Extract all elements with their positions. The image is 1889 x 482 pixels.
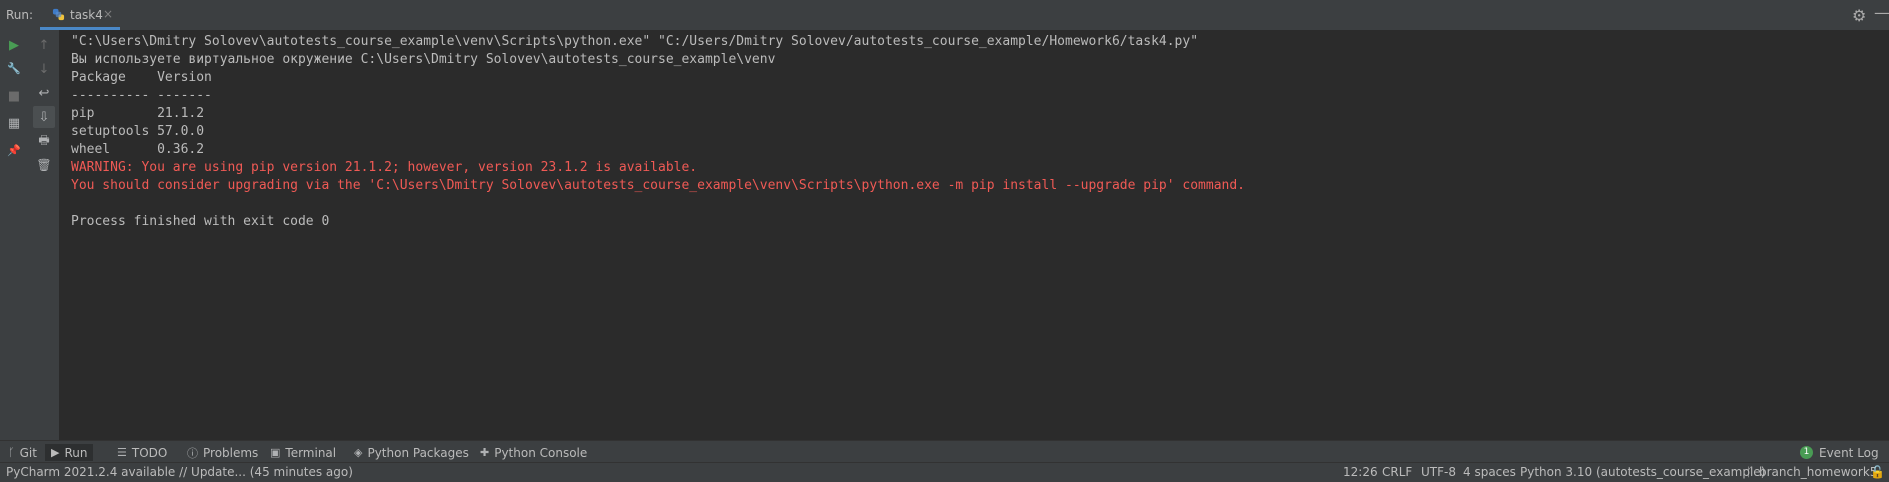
indent-setting[interactable]: 4 spaces: [1463, 465, 1516, 479]
tool-window-label: Event Log: [1819, 445, 1879, 460]
stop-icon[interactable]: ■: [3, 85, 25, 107]
soft-wrap-icon[interactable]: ↩: [33, 82, 55, 104]
lock-icon[interactable]: 🔓: [1870, 465, 1885, 479]
tool-window-label: Python Console: [494, 445, 588, 460]
python-file-icon: [52, 8, 65, 21]
clear-all-icon[interactable]: 🗑: [33, 154, 55, 176]
console-line: wheel 0.36.2: [71, 142, 205, 157]
todo-list-icon: ☰: [117, 446, 127, 459]
modify-run-config-icon[interactable]: 🔧: [3, 57, 25, 79]
tool-window-python-packages[interactable]: ◈ Python Packages: [354, 444, 469, 461]
info-icon: ⓘ: [187, 446, 198, 460]
console-line: Package Version: [71, 70, 212, 85]
file-encoding[interactable]: UTF-8: [1421, 465, 1456, 479]
run-tool-header: Run: task4 × ⚙ —: [0, 0, 1889, 31]
scroll-to-end-icon[interactable]: ⇩: [33, 106, 55, 128]
tool-window-label: Run: [64, 445, 88, 460]
run-toolbar-secondary: ↑ ↓ ↩ ⇩ 🖶 🗑: [29, 30, 60, 440]
run-icon: ▶: [51, 446, 60, 459]
git-branch[interactable]: branch_homework5: [1759, 465, 1877, 479]
console-warning-line[interactable]: You should consider upgrading via the 'C…: [71, 178, 1245, 193]
run-label: Run:: [6, 8, 34, 22]
tool-window-problems[interactable]: ⓘ Problems: [187, 444, 258, 461]
tool-window-python-console[interactable]: ✚ Python Console: [480, 444, 587, 461]
python-console-icon: ✚: [480, 446, 490, 459]
console-line: ---------- -------: [71, 88, 212, 103]
run-tab-title: task4: [70, 8, 103, 22]
console-line: Вы используете виртуальное окружение C:\…: [71, 52, 776, 67]
console-warning-line: WARNING: You are using pip version 21.1.…: [71, 160, 698, 175]
terminal-icon: ▣: [270, 446, 281, 459]
git-branch-icon: ᚴ: [8, 446, 15, 459]
up-stack-icon[interactable]: ↑: [33, 34, 55, 56]
status-bar: PyCharm 2021.2.4 available // Update... …: [0, 462, 1889, 482]
git-branch-icon: ᚴ: [1746, 465, 1754, 479]
tool-window-git[interactable]: ᚴ Git: [8, 444, 37, 461]
tool-window-terminal[interactable]: ▣ Terminal: [270, 444, 336, 461]
tool-window-run[interactable]: ▶ Run: [45, 444, 94, 461]
run-tab-task4[interactable]: task4 ×: [40, 0, 120, 30]
tool-window-label: Problems: [203, 445, 259, 460]
print-icon[interactable]: 🖶: [33, 130, 55, 152]
tool-window-bar: ᚴ Git ▶ Run ☰ TODO ⓘ Problems ▣ Terminal…: [0, 440, 1889, 463]
gear-icon[interactable]: ⚙: [1852, 6, 1866, 25]
event-count-badge: 1: [1800, 446, 1813, 459]
tool-window-label: Git: [19, 445, 37, 460]
caret-position[interactable]: 12:26: [1343, 465, 1378, 479]
python-interpreter[interactable]: Python 3.10 (autotests_course_example): [1520, 465, 1765, 479]
console-output[interactable]: "C:\Users\Dmitry Solovev\autotests_cours…: [60, 30, 1889, 440]
pin-tab-icon[interactable]: 📌: [3, 139, 25, 161]
tool-window-label: Terminal: [285, 445, 337, 460]
layout-icon[interactable]: ▦: [3, 112, 25, 134]
tool-window-todo[interactable]: ☰ TODO: [117, 444, 167, 461]
run-toolbar-primary: ▶ 🔧 ■ ▦ 📌: [0, 30, 30, 440]
console-line: Process finished with exit code 0: [71, 214, 330, 229]
console-line: pip 21.1.2: [71, 106, 205, 121]
close-tab-icon[interactable]: ×: [103, 7, 113, 21]
tool-window-label: TODO: [131, 445, 168, 460]
line-separator[interactable]: CRLF: [1382, 465, 1412, 479]
console-line: setuptools 57.0.0: [71, 124, 205, 139]
tool-window-label: Python Packages: [367, 445, 469, 460]
down-stack-icon[interactable]: ↓: [33, 58, 55, 80]
console-line: "C:\Users\Dmitry Solovev\autotests_cours…: [71, 34, 1199, 49]
update-notification[interactable]: PyCharm 2021.2.4 available // Update... …: [6, 465, 353, 479]
packages-icon: ◈: [354, 446, 363, 459]
hide-panel-icon[interactable]: —: [1874, 3, 1889, 22]
tool-window-event-log[interactable]: 1 Event Log: [1800, 444, 1879, 461]
rerun-icon[interactable]: ▶: [3, 34, 25, 56]
